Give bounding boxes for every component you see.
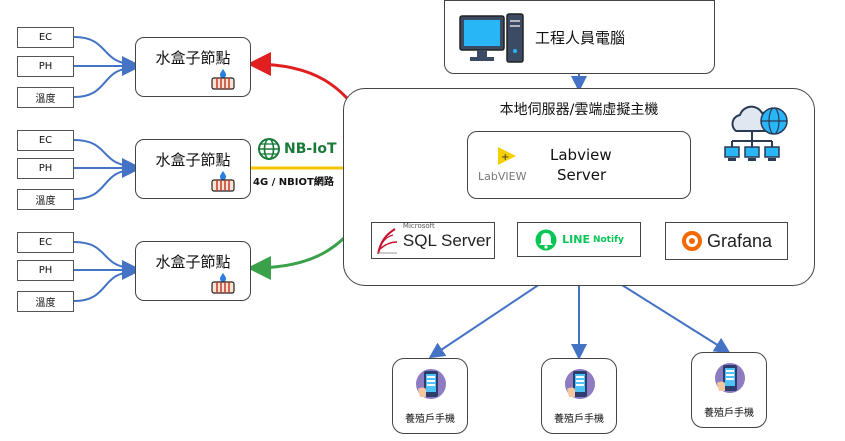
node-label: 水盒子節點 <box>155 151 231 169</box>
svg-text:+: + <box>501 152 509 163</box>
labview-arrow-icon: + <box>498 147 516 165</box>
node-label: 水盒子節點 <box>155 49 231 67</box>
farmer-phone-2: 養殖戶手機 <box>541 358 617 434</box>
water-box-node-2: 水盒子節點 <box>135 139 251 199</box>
sensor-ec-2: EC <box>17 130 74 151</box>
sensor-ec-1: EC <box>17 27 74 48</box>
phone-label: 養殖戶手機 <box>704 408 754 419</box>
engineer-pc-label: 工程人員電腦 <box>535 29 626 47</box>
phone-label: 養殖戶手機 <box>405 414 455 425</box>
mobile-phone-icon <box>416 369 446 399</box>
sql-server-icon <box>376 227 397 254</box>
sensor-temp-2: 溫度 <box>17 189 74 210</box>
water-box-icon <box>211 69 235 90</box>
grafana-icon <box>681 231 702 251</box>
labview-server-box: + LabVIEW Labview Server <box>467 131 691 199</box>
sensor-connectors-1 <box>73 36 138 98</box>
globe-icon <box>258 138 280 160</box>
line-notify-name: LINE <box>562 233 590 246</box>
network-label: 4G / NBIOT網路 <box>253 177 334 188</box>
node-label: 水盒子節點 <box>155 253 231 271</box>
sensor-ph-1: PH <box>17 56 74 77</box>
nbiot-logo-text: NB-IoT <box>284 141 337 157</box>
sensor-temp-1: 溫度 <box>17 87 74 108</box>
sensor-connectors-2 <box>73 139 138 200</box>
sensor-connectors-3 <box>73 241 138 302</box>
grafana-name: Grafana <box>706 230 773 251</box>
labview-server-title-1: Labview <box>550 146 612 164</box>
water-box-node-1: 水盒子節點 <box>135 37 251 97</box>
mobile-phone-icon <box>565 369 595 399</box>
sensor-ec-3: EC <box>17 232 74 253</box>
sensor-ph-3: PH <box>17 260 74 281</box>
desktop-computer-icon <box>459 13 524 63</box>
engineer-pc-box: 工程人員電腦 <box>444 0 715 74</box>
sql-server-box: Microsoft SQL Server <box>371 222 495 259</box>
water-box-icon <box>211 171 235 192</box>
phone-label: 養殖戶手機 <box>554 414 604 425</box>
sensor-temp-3: 溫度 <box>17 291 74 312</box>
labview-logo: + LabVIEW <box>478 146 538 190</box>
labview-server-title-2: Server <box>557 166 607 184</box>
cloud-network-icon <box>724 105 788 161</box>
sql-server-small-text: Microsoft <box>402 221 435 230</box>
water-box-node-3: 水盒子節點 <box>135 241 251 301</box>
bell-icon <box>535 229 557 250</box>
grafana-box: Grafana <box>665 222 788 260</box>
line-notify-box: LINE Notify <box>517 222 641 257</box>
water-box-icon <box>211 273 235 294</box>
farmer-phone-1: 養殖戶手機 <box>392 358 468 434</box>
farmer-phone-3: 養殖戶手機 <box>691 352 767 428</box>
sql-server-name: SQL Server <box>402 230 492 250</box>
line-notify-suffix: Notify <box>592 234 624 245</box>
mobile-phone-icon <box>715 363 745 393</box>
labview-logo-text: LabVIEW <box>478 170 527 183</box>
nbiot-logo: NB-IoT <box>258 138 337 160</box>
sensor-ph-2: PH <box>17 158 74 179</box>
